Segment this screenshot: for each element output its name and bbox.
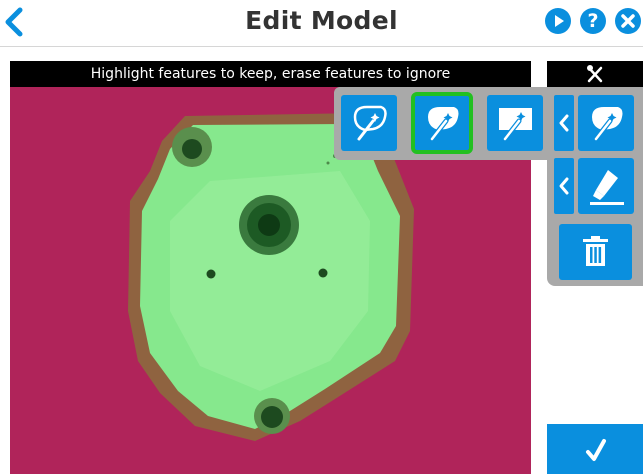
magic-wand-rect-icon [499, 108, 532, 142]
close-icon [621, 14, 635, 28]
play-button[interactable] [545, 8, 571, 34]
delete-button[interactable] [559, 224, 632, 280]
close-button[interactable] [615, 8, 641, 34]
instruction-banner: Highlight features to keep, erase featur… [10, 61, 531, 87]
chevron-left-icon [559, 177, 569, 195]
brush-option-rect[interactable] [487, 95, 543, 151]
highlighter-tool-button[interactable] [578, 158, 634, 214]
checkmark-icon [586, 439, 606, 461]
tools-icon [587, 65, 603, 83]
confirm-button[interactable] [547, 424, 643, 474]
magic-wand-fill-icon [428, 107, 459, 142]
brush-tool-button[interactable] [578, 95, 634, 151]
brush-option-outline[interactable] [341, 95, 397, 151]
tool-panel [547, 87, 643, 286]
play-icon [555, 15, 564, 27]
eraser-expand-arrow[interactable] [554, 158, 574, 214]
highlighter-icon [590, 170, 624, 205]
trash-icon [583, 236, 608, 266]
header-divider [0, 46, 643, 47]
header-bar: Edit Model ? [0, 0, 643, 47]
magic-wand-fill-icon [592, 107, 623, 142]
brush-popup [334, 87, 554, 160]
brush-expand-arrow[interactable] [554, 95, 574, 151]
chevron-left-icon [559, 114, 569, 132]
magic-wand-outline-icon [353, 105, 387, 141]
help-button[interactable]: ? [580, 8, 606, 34]
brush-option-fill[interactable] [411, 92, 473, 154]
help-label: ? [587, 10, 599, 32]
tools-header [547, 61, 643, 87]
